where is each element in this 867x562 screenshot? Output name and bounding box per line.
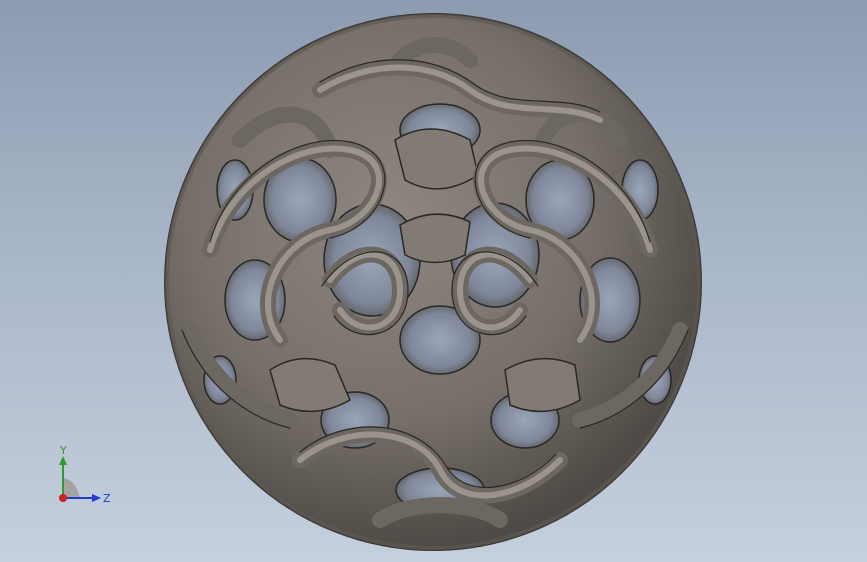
view-orientation-triad[interactable]: Y Z (50, 440, 120, 510)
graphics-viewport[interactable]: Y Z (0, 0, 867, 562)
y-axis-label: Y (59, 444, 67, 457)
x-axis-origin-icon (59, 494, 67, 502)
y-axis-arrow-icon (59, 456, 67, 465)
3d-model-sphere[interactable] (0, 0, 867, 562)
z-axis-label: Z (103, 492, 111, 505)
z-axis-arrow-icon (92, 494, 101, 502)
